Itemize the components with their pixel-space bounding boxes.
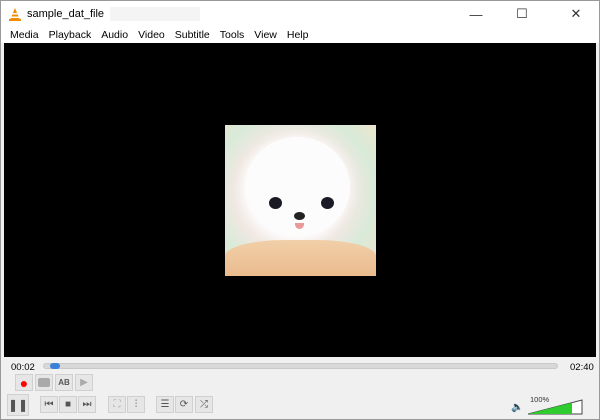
maximize-button[interactable]: ☐ [499,1,545,27]
video-area[interactable] [4,43,596,357]
menu-media[interactable]: Media [10,29,39,41]
menu-tools[interactable]: Tools [220,29,245,41]
loop-button[interactable]: ⟳ [175,396,193,413]
minimize-button[interactable]: — [453,1,499,27]
next-button[interactable]: ⏭ [78,396,96,413]
seek-bar[interactable] [43,363,558,369]
menu-subtitle[interactable]: Subtitle [175,29,210,41]
previous-button[interactable]: ⏮ [40,396,58,413]
stop-button[interactable]: ■ [59,396,77,413]
window-title: sample_dat_file [27,8,105,20]
seek-handle[interactable] [50,363,61,369]
menu-video[interactable]: Video [138,29,165,41]
playlist-button[interactable]: ☰ [156,396,174,413]
menu-bar: Media Playback Audio Video Subtitle Tool… [1,27,599,43]
video-frame-puppy [225,125,376,276]
snapshot-button[interactable] [35,374,53,391]
total-duration: 02:40 [570,362,594,373]
menu-help[interactable]: Help [287,29,309,41]
fullscreen-button[interactable]: ⛶ [108,396,126,413]
title-bar: sample_dat_file — ☐ ✕ [1,1,599,27]
controls-panel: 00:02 02:40 ● AB ▶ ❚❚ ⏮ ■ ⏭ ⛶ ⫶ ☰ ⟳ ⤮ 🔈 … [1,357,599,420]
ab-loop-button[interactable]: AB [55,374,73,391]
redacted-title-area [110,7,201,21]
record-button[interactable]: ● [15,374,33,391]
shuffle-button[interactable]: ⤮ [195,396,213,413]
menu-audio[interactable]: Audio [101,29,128,41]
menu-view[interactable]: View [254,29,277,41]
frame-by-frame-button[interactable]: ▶ [75,374,93,391]
vlc-window: sample_dat_file — ☐ ✕ Media Playback Aud… [0,0,600,420]
speaker-icon[interactable]: 🔈 [511,402,523,413]
close-button[interactable]: ✕ [553,1,599,27]
pause-button[interactable]: ❚❚ [7,394,29,416]
vlc-cone-icon [9,7,21,21]
volume-slider[interactable]: 100% [528,395,584,415]
menu-playback[interactable]: Playback [49,29,92,41]
extended-settings-button[interactable]: ⫶ [127,396,145,413]
elapsed-time[interactable]: 00:02 [11,362,35,373]
camera-icon [38,378,50,387]
